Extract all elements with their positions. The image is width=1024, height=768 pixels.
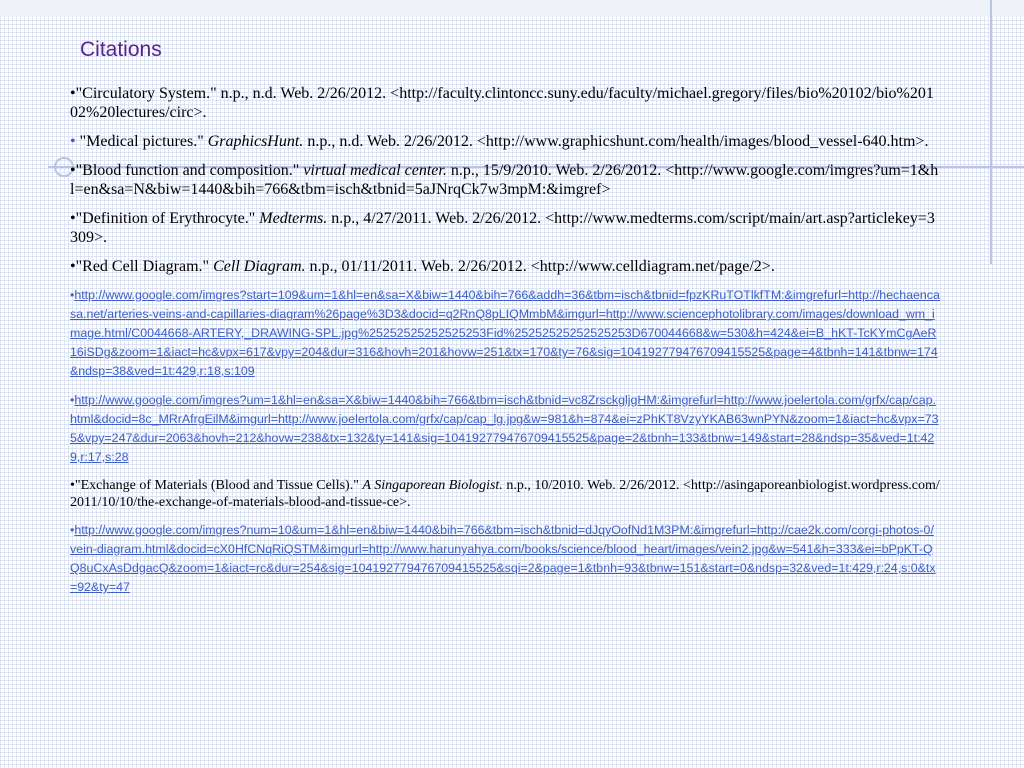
slide-title: Citations <box>80 38 162 61</box>
citation-url-link[interactable]: http://www.google.com/imgres?start=109&u… <box>70 288 940 378</box>
citation-link-2: •http://www.google.com/imgres?um=1&hl=en… <box>70 391 940 467</box>
citation-entry-1: •"Circulatory System." n.p., n.d. Web. 2… <box>70 84 940 122</box>
citation-rest: n.p., 01/11/2011. Web. 2/26/2012. <http:… <box>305 258 775 275</box>
citation-title: "Exchange of Materials (Blood and Tissue… <box>74 478 363 493</box>
citation-entry-4: •"Definition of Erythrocyte." Medterms. … <box>70 209 940 247</box>
citation-source: Cell Diagram. <box>213 258 306 275</box>
citation-link-3: •http://www.google.com/imgres?num=10&um=… <box>70 521 940 597</box>
citation-source: Medterms. <box>259 210 328 227</box>
citation-link-1: •http://www.google.com/imgres?start=109&… <box>70 286 940 381</box>
citations-list: •"Circulatory System." n.p., n.d. Web. 2… <box>70 84 940 607</box>
citation-rest: n.p., n.d. Web. 2/26/2012. <http://www.g… <box>303 133 929 150</box>
citation-source: GraphicsHunt. <box>207 133 304 150</box>
citation-entry-2: • "Medical pictures." GraphicsHunt. n.p.… <box>70 132 940 151</box>
top-band <box>0 0 1024 17</box>
citation-title: "Definition of Erythrocyte." <box>75 210 260 227</box>
citation-entry-exchange: •"Exchange of Materials (Blood and Tissu… <box>70 477 940 511</box>
vertical-accent-line <box>990 0 992 264</box>
citation-title: "Circulatory System." <box>75 85 217 102</box>
citation-entry-3: •"Blood function and composition." virtu… <box>70 161 940 199</box>
citation-title: "Blood function and composition." <box>75 162 304 179</box>
citation-source: A Singaporean Biologist. <box>362 478 503 493</box>
citation-source: virtual medical center. <box>303 162 447 179</box>
citation-url-link[interactable]: http://www.google.com/imgres?num=10&um=1… <box>70 523 936 594</box>
citation-url-link[interactable]: http://www.google.com/imgres?um=1&hl=en&… <box>70 393 938 464</box>
citation-title: "Red Cell Diagram." <box>75 258 214 275</box>
citation-entry-5: •"Red Cell Diagram." Cell Diagram. n.p.,… <box>70 257 940 276</box>
citation-title: "Medical pictures." <box>75 133 208 150</box>
